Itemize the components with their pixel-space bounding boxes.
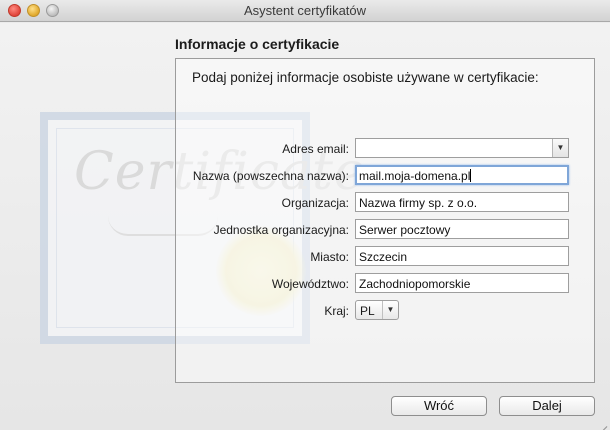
org-unit-row: Jednostka organizacyjna: Serwer pocztowy [175, 219, 595, 241]
province-row: Województwo: Zachodniopomorskie [175, 273, 595, 295]
common-name-label: Nazwa (powszechna nazwa): [192, 169, 349, 183]
country-value: PL [360, 304, 375, 318]
province-field[interactable]: Zachodniopomorskie [355, 273, 569, 293]
organization-label: Organizacja: [281, 196, 349, 210]
city-row: Miasto: Szczecin [175, 246, 595, 268]
country-label: Kraj: [324, 304, 349, 318]
common-name-value: mail.moja-domena.pl [359, 169, 471, 183]
next-button[interactable]: Dalej [499, 396, 595, 416]
chevron-down-icon: ▼ [382, 301, 398, 319]
org-unit-field[interactable]: Serwer pocztowy [355, 219, 569, 239]
org-unit-label: Jednostka organizacyjna: [213, 223, 349, 237]
text-caret [470, 169, 472, 182]
section-title: Informacje o certyfikacie [175, 36, 340, 52]
organization-row: Organizacja: Nazwa firmy sp. z o.o. [175, 192, 595, 214]
city-value: Szczecin [359, 250, 408, 264]
email-row: Adres email: ▼ [175, 138, 595, 160]
back-button[interactable]: Wróć [391, 396, 487, 416]
organization-value: Nazwa firmy sp. z o.o. [359, 196, 478, 210]
common-name-row: Nazwa (powszechna nazwa): mail.moja-dome… [175, 165, 595, 187]
org-unit-value: Serwer pocztowy [359, 223, 451, 237]
resize-grip-icon[interactable] [597, 417, 608, 430]
organization-field[interactable]: Nazwa firmy sp. z o.o. [355, 192, 569, 212]
common-name-field[interactable]: mail.moja-domena.pl [355, 165, 569, 185]
country-popup-button[interactable]: PL ▼ [355, 300, 399, 320]
country-row: Kraj: PL ▼ [175, 300, 595, 322]
email-combobox[interactable]: ▼ [355, 138, 569, 158]
title-bar: Asystent certyfikatów [0, 0, 610, 22]
chevron-down-icon[interactable]: ▼ [552, 139, 568, 157]
province-label: Województwo: [271, 277, 349, 291]
city-label: Miasto: [310, 250, 349, 264]
province-value: Zachodniopomorskie [359, 277, 471, 291]
email-label: Adres email: [282, 142, 349, 156]
window-title: Asystent certyfikatów [243, 3, 367, 18]
city-field[interactable]: Szczecin [355, 246, 569, 266]
instructions-text: Podaj poniżej informacje osobiste używan… [192, 70, 539, 85]
